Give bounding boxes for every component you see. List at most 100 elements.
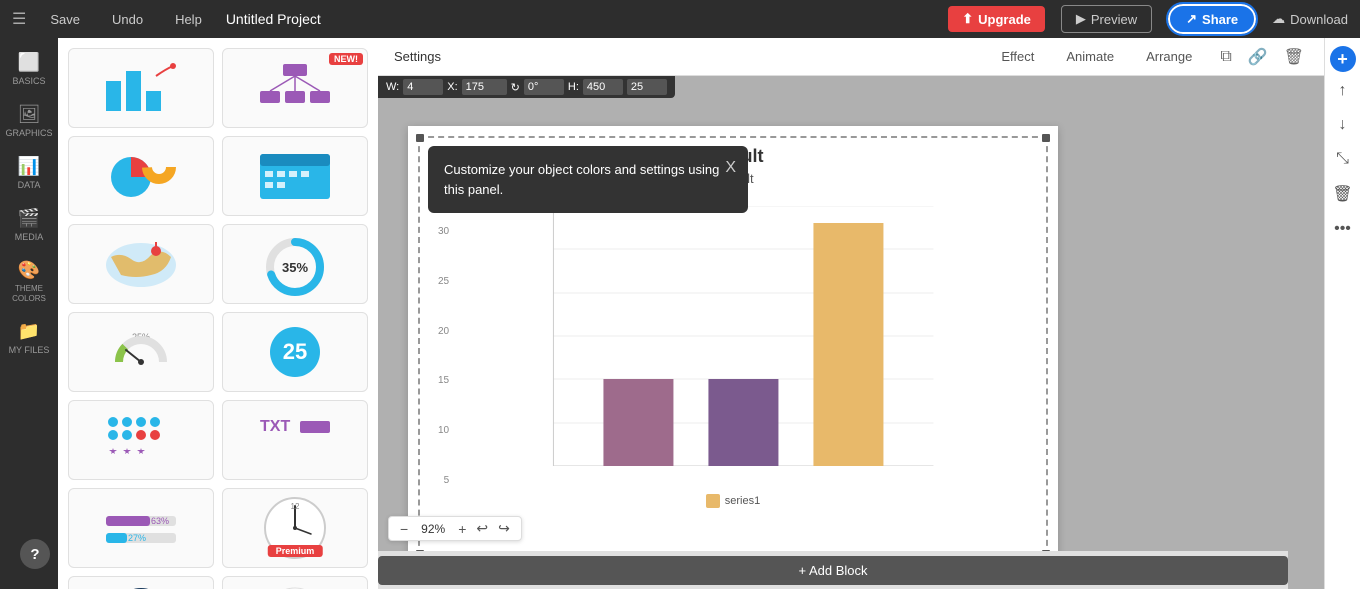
zoom-level: 92% — [415, 522, 451, 536]
delete-right-button[interactable]: 🗑 — [1326, 178, 1358, 210]
save-button[interactable]: Save — [42, 8, 88, 31]
zoom-out-button[interactable]: − — [397, 521, 411, 537]
legend-swatch-series1 — [706, 494, 720, 508]
y-label-5: 5 — [444, 475, 450, 486]
media-icon: 🎬 — [18, 208, 40, 229]
sidebar-label-graphics: GRAPHICS — [6, 128, 53, 138]
panel-item-calendar[interactable] — [222, 136, 368, 216]
svg-text:63%: 63% — [151, 516, 169, 526]
sidebar-item-my-files[interactable]: 📁 MY FILES — [3, 313, 55, 363]
transform-h-input[interactable] — [583, 79, 623, 95]
bar-africa[interactable] — [814, 223, 884, 466]
transform-r-icon: ↻ — [511, 81, 520, 94]
left-panel: NEW! — [58, 38, 378, 589]
panel-item-gauge[interactable]: 25% — [68, 312, 214, 392]
bar-europe[interactable] — [604, 379, 674, 466]
transform-y-input[interactable] — [627, 79, 667, 95]
undo-button[interactable]: Undo — [104, 8, 151, 31]
transform-r-input[interactable] — [524, 79, 564, 95]
panel-item-dot-pattern[interactable] — [68, 400, 214, 480]
basics-icon: ⬜ — [18, 52, 40, 73]
upgrade-button[interactable]: ⬆ Upgrade — [948, 6, 1045, 32]
y-label-25: 25 — [438, 276, 449, 287]
animate-action[interactable]: Animate — [1058, 45, 1122, 68]
transform-x-input[interactable] — [462, 79, 507, 95]
y-label-15: 15 — [438, 375, 449, 386]
preview-icon: ▶ — [1076, 11, 1086, 27]
svg-text:27%: 27% — [128, 533, 146, 543]
help-button[interactable]: ? — [20, 539, 50, 569]
canvas-wrapper[interactable]: W: X: ↻ H: Default Default — [378, 76, 1324, 589]
svg-text:TXT: TXT — [260, 418, 290, 435]
bar-chart-svg: Europe America Africa — [459, 206, 1028, 466]
left-icon-sidebar: ⬜ BASICS 🖼 GRAPHICS 📊 DATA 🎬 MEDIA 🎨 THE… — [0, 38, 58, 589]
transform-bar: W: X: ↻ H: — [378, 76, 675, 98]
zoom-bar: − 92% + ↩ ↪ — [388, 516, 522, 541]
sidebar-label-media: MEDIA — [15, 232, 44, 242]
panel-item-speedometer-blue[interactable]: 45 km/h Premium — [68, 576, 214, 589]
panel-item-percentage-bar[interactable]: 63% 27% — [68, 488, 214, 568]
legend-label-series1: series1 — [725, 495, 760, 507]
svg-text:35%: 35% — [282, 260, 308, 275]
sidebar-item-basics[interactable]: ⬜ BASICS — [3, 44, 55, 94]
tooltip-text: Customize your object colors and setting… — [444, 162, 719, 197]
help-button-top[interactable]: Help — [167, 8, 210, 31]
sidebar-label-theme-colors: THEME COLORS — [7, 284, 51, 303]
panel-item-circular-progress[interactable]: 35% — [222, 224, 368, 304]
tooltip-close-button[interactable]: X — [725, 156, 736, 180]
svg-text:12: 12 — [290, 502, 299, 511]
theme-colors-icon: 🎨 — [18, 260, 40, 281]
panel-item-pie-chart[interactable] — [68, 136, 214, 216]
y-label-30: 30 — [438, 226, 449, 237]
more-options-button[interactable]: ••• — [1328, 214, 1357, 244]
redo-zoom-button[interactable]: ↪ — [495, 520, 513, 537]
zoom-in-button[interactable]: + — [455, 521, 469, 537]
my-files-icon: 📁 — [18, 321, 40, 342]
hamburger-icon[interactable]: ☰ — [12, 9, 26, 29]
move-down-button[interactable]: ↓ — [1333, 110, 1353, 140]
download-icon: ☁ — [1272, 11, 1285, 27]
settings-bar: Settings Effect Animate Arrange ⧉ 🔗 🗑 — [378, 38, 1324, 76]
transform-w-input[interactable] — [403, 79, 443, 95]
topbar: ☰ Save Undo Help Untitled Project ⬆ Upgr… — [0, 0, 1360, 38]
effect-action[interactable]: Effect — [993, 45, 1042, 68]
panel-item-bar-chart[interactable] — [68, 48, 214, 128]
panel-item-clock[interactable]: 6 12 Premium — [222, 488, 368, 568]
move-up-button[interactable]: ↑ — [1333, 76, 1353, 106]
premium-badge-clock: Premium — [268, 545, 323, 557]
panel-item-map[interactable] — [68, 224, 214, 304]
sidebar-item-data[interactable]: 📊 DATA — [3, 148, 55, 198]
resize-button[interactable]: ⤡ — [1330, 144, 1355, 174]
arrange-action[interactable]: Arrange — [1138, 45, 1200, 68]
sidebar-item-media[interactable]: 🎬 MEDIA — [3, 200, 55, 250]
bar-america[interactable] — [709, 379, 779, 466]
panel-item-number-display[interactable]: 25 — [222, 312, 368, 392]
add-block-button[interactable]: + Add Block — [378, 556, 1288, 585]
transform-w-label: W: — [386, 81, 399, 93]
settings-label: Settings — [394, 49, 977, 64]
y-label-10: 10 — [438, 425, 449, 436]
link-button[interactable]: 🔗 — [1244, 43, 1272, 71]
undo-zoom-button[interactable]: ↩ — [473, 520, 491, 537]
panel-item-org-chart[interactable]: NEW! — [222, 48, 368, 128]
sidebar-label-basics: BASICS — [12, 76, 45, 86]
sidebar-label-data: DATA — [18, 180, 41, 190]
copy-button[interactable]: ⧉ — [1216, 44, 1235, 70]
sidebar-label-my-files: MY FILES — [9, 345, 50, 355]
sidebar-item-theme-colors[interactable]: 🎨 THEME COLORS — [3, 252, 55, 311]
share-button[interactable]: ↗ Share — [1168, 4, 1256, 34]
settings-icons: ⧉ 🔗 🗑 — [1216, 43, 1308, 71]
transform-x-label: X: — [447, 81, 457, 93]
preview-button[interactable]: ▶ Preview — [1061, 5, 1152, 33]
delete-button[interactable]: 🗑 — [1280, 43, 1308, 71]
add-element-button[interactable]: + — [1330, 46, 1356, 72]
download-button[interactable]: ☁ Download — [1272, 11, 1348, 27]
sidebar-item-graphics[interactable]: 🖼 GRAPHICS — [3, 96, 55, 146]
tooltip-box: X Customize your object colors and setti… — [428, 146, 748, 213]
panel-item-text-bar[interactable]: TXT — [222, 400, 368, 480]
share-icon: ↗ — [1186, 11, 1197, 27]
graphics-icon: 🖼 — [18, 104, 41, 125]
legend-item-series1: series1 — [706, 494, 760, 508]
transform-h-label: H: — [568, 81, 579, 93]
panel-item-speedometer-white[interactable]: 50 max Premium — [222, 576, 368, 589]
